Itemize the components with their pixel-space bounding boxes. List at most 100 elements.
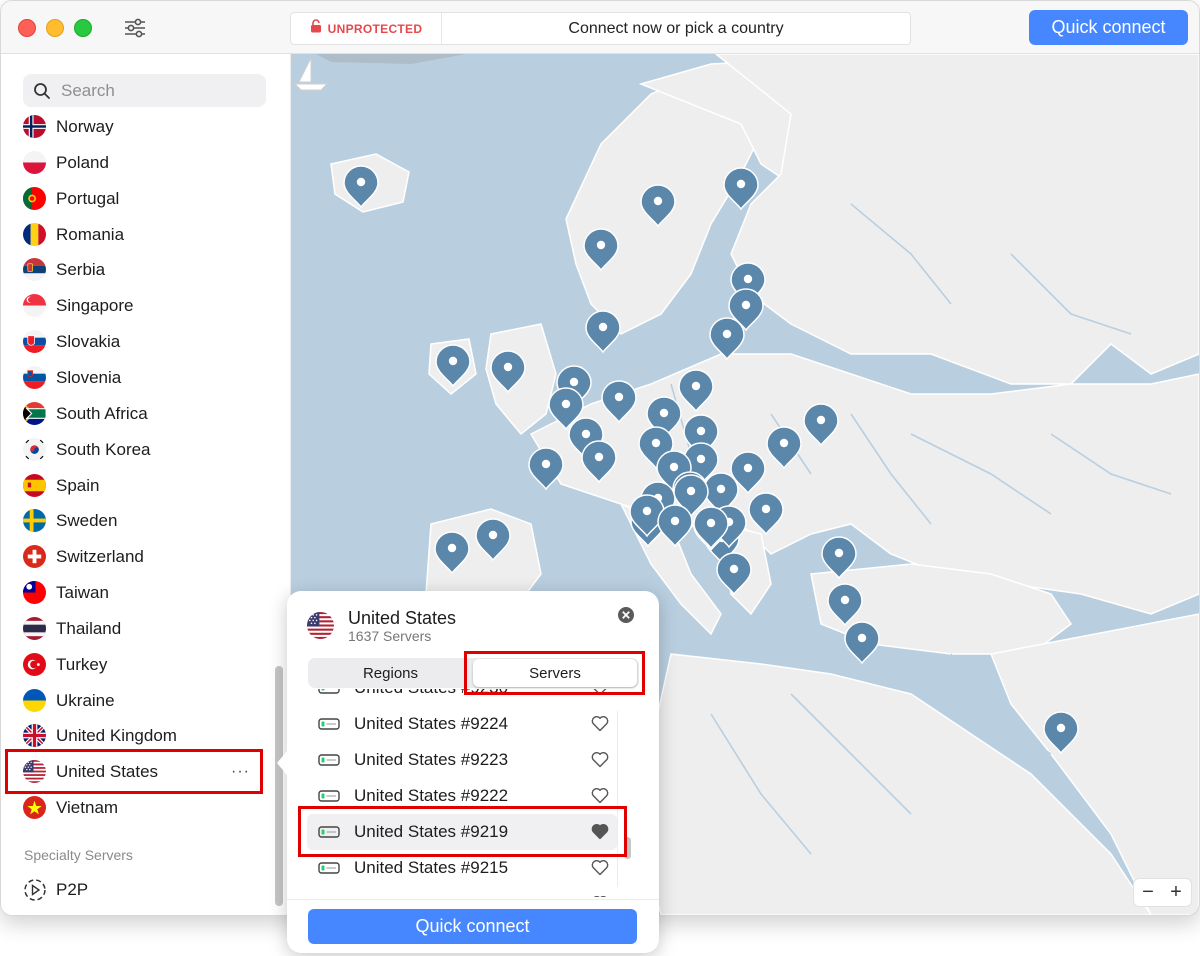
server-load-icon <box>318 790 340 802</box>
server-name: United States #9215 <box>354 858 509 877</box>
sidebar-item-taiwan[interactable]: Taiwan <box>1 575 271 611</box>
zoom-window-button[interactable] <box>74 19 92 37</box>
server-location-pin-icon[interactable] <box>475 518 511 562</box>
heart-icon[interactable] <box>591 751 609 768</box>
vietnam-flag-icon <box>23 796 46 819</box>
server-location-pin-icon[interactable] <box>435 344 471 388</box>
zoom-in-button[interactable]: + <box>1162 879 1190 906</box>
sidebar-item-turkey[interactable]: Turkey <box>1 647 271 683</box>
sidebar-item-slovakia[interactable]: Slovakia <box>1 324 271 360</box>
server-location-pin-icon[interactable] <box>723 167 759 211</box>
sidebar-item-south-africa[interactable]: South Africa <box>1 396 271 432</box>
server-row[interactable]: United States #9230 <box>307 689 617 706</box>
server-location-pin-icon[interactable] <box>657 504 693 548</box>
heart-icon[interactable] <box>591 689 609 696</box>
server-location-pin-icon[interactable] <box>434 531 470 575</box>
server-location-pin-icon[interactable] <box>1043 711 1079 755</box>
turkey-flag-icon <box>23 653 46 676</box>
sidebar-item-label: Romania <box>56 225 125 244</box>
server-location-pin-icon[interactable] <box>528 447 564 491</box>
sidebar-item-norway[interactable]: Norway <box>1 109 271 145</box>
popover-title: United States <box>348 608 457 628</box>
server-location-pin-icon[interactable] <box>581 440 617 484</box>
server-location-pin-icon[interactable] <box>585 310 621 354</box>
quick-connect-button[interactable]: Quick connect <box>1029 10 1188 45</box>
map-zoom-controls: − + <box>1133 878 1192 907</box>
search-input[interactable] <box>59 79 253 102</box>
p2p-icon <box>23 878 47 902</box>
server-name: United States #9222 <box>354 786 509 805</box>
sidebar-item-switzerland[interactable]: Switzerland <box>1 539 271 575</box>
sidebar-item-p2p[interactable]: P2P <box>1 872 271 908</box>
server-location-pin-icon[interactable] <box>803 403 839 447</box>
server-row[interactable]: United States #9224 <box>307 706 617 742</box>
close-icon[interactable] <box>617 606 635 624</box>
sidebar-item-slovenia[interactable]: Slovenia <box>1 360 271 396</box>
united-kingdom-flag-icon <box>23 724 46 747</box>
heart-icon[interactable] <box>591 859 609 876</box>
singapore-flag-icon <box>23 294 46 317</box>
server-location-pin-icon[interactable] <box>709 317 745 361</box>
server-location-pin-icon[interactable] <box>640 184 676 228</box>
sidebar-item-singapore[interactable]: Singapore <box>1 288 271 324</box>
more-options-button[interactable]: ··· <box>231 763 250 781</box>
sidebar-item-serbia[interactable]: Serbia <box>1 252 271 288</box>
search-box[interactable] <box>23 74 266 107</box>
sidebar-item-romania[interactable]: Romania <box>1 217 271 253</box>
server-row[interactable]: United States #9222 <box>307 778 617 814</box>
sidebar-scrollbar[interactable] <box>275 666 283 906</box>
unlocked-padlock-icon <box>310 19 322 38</box>
server-location-pin-icon[interactable] <box>827 583 863 627</box>
sidebar-item-poland[interactable]: Poland <box>1 145 271 181</box>
tab-servers[interactable]: Servers <box>473 659 637 687</box>
server-name: United States #9210 <box>354 894 508 897</box>
taiwan-flag-icon <box>23 581 46 604</box>
server-location-pin-icon[interactable] <box>821 536 857 580</box>
server-location-pin-icon[interactable] <box>716 552 752 596</box>
popover-quick-connect-button[interactable]: Quick connect <box>308 909 637 944</box>
server-list-scrollbar[interactable] <box>624 837 631 859</box>
server-location-pin-icon[interactable] <box>678 369 714 413</box>
sidebar-item-spain[interactable]: Spain <box>1 468 271 504</box>
spain-flag-icon <box>23 474 46 497</box>
server-location-pin-icon[interactable] <box>766 426 802 470</box>
sidebar-item-vietnam[interactable]: Vietnam <box>1 790 271 826</box>
server-row[interactable]: United States #9219 <box>307 814 617 850</box>
tab-regions[interactable]: Regions <box>308 659 473 687</box>
heart-icon[interactable] <box>591 787 609 804</box>
heart-filled-icon[interactable] <box>591 823 609 840</box>
minimize-window-button[interactable] <box>46 19 64 37</box>
sidebar-item-south-korea[interactable]: South Korea <box>1 432 271 468</box>
sidebar-item-label: Poland <box>56 153 109 172</box>
server-location-pin-icon[interactable] <box>844 621 880 665</box>
server-location-pin-icon[interactable] <box>583 228 619 272</box>
server-row[interactable]: United States #9210 <box>307 886 617 897</box>
sidebar-item-united-states[interactable]: United States ··· <box>1 754 271 790</box>
us-flag-icon <box>307 612 334 639</box>
server-location-pin-icon[interactable] <box>748 492 784 536</box>
heart-icon[interactable] <box>591 895 609 897</box>
sidebar-item-ukraine[interactable]: Ukraine <box>1 683 271 719</box>
sidebar-item-thailand[interactable]: Thailand <box>1 611 271 647</box>
server-row[interactable]: United States #9223 <box>307 742 617 778</box>
sweden-flag-icon <box>23 509 46 532</box>
sidebar-item-label: United States <box>56 762 159 781</box>
sidebar-item-label: Taiwan <box>56 583 109 602</box>
server-location-pin-icon[interactable] <box>601 380 637 424</box>
sidebar-item-united-kingdom[interactable]: United Kingdom <box>1 718 271 754</box>
connection-status-bar: UNPROTECTED Connect now or pick a countr… <box>290 12 911 45</box>
server-name: United States #9230 <box>354 689 508 698</box>
server-load-icon <box>318 862 340 874</box>
server-location-pin-icon[interactable] <box>343 165 379 209</box>
sidebar-item-sweden[interactable]: Sweden <box>1 503 271 539</box>
close-window-button[interactable] <box>18 19 36 37</box>
sidebar-item-portugal[interactable]: Portugal <box>1 181 271 217</box>
sidebar-item-label: Thailand <box>56 619 122 638</box>
zoom-out-button[interactable]: − <box>1134 879 1162 906</box>
heart-icon[interactable] <box>591 715 609 732</box>
norway-flag-icon <box>23 115 46 138</box>
sidebar-item-label: Singapore <box>56 296 134 315</box>
server-location-pin-icon[interactable] <box>490 350 526 394</box>
server-row[interactable]: United States #9215 <box>307 850 617 886</box>
settings-sliders-icon[interactable] <box>122 15 148 41</box>
